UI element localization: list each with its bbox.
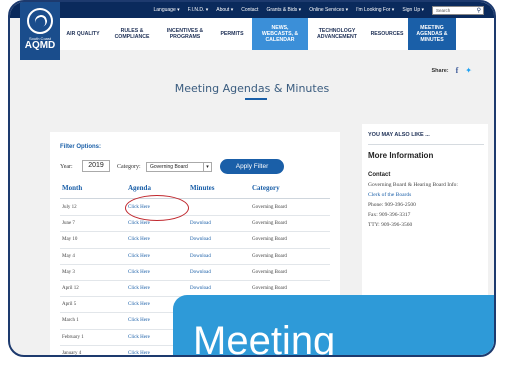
nav-meeting-agendas-minutes[interactable]: MEETING AGENDAS & MINUTES [408,18,456,50]
utility-sign-up[interactable]: Sign Up ▾ [402,7,424,13]
minutes-link[interactable]: Download [190,286,211,291]
row-month: May 4 [62,253,75,259]
row-month: May 3 [62,269,75,275]
row-category: Governing Board [252,285,287,291]
more-info-heading: More Information [368,151,434,160]
contact-tty: TTY: 909-396-3560 [368,222,413,228]
nav-incentives-programs[interactable]: INCENTIVES & PROGRAMS [158,18,212,50]
row-month: June 7 [62,221,75,227]
contact-fax: Fax: 909-396-3317 [368,212,411,218]
minutes-link[interactable]: Download [190,270,211,275]
row-month: April 12 [62,285,79,291]
nav-resources[interactable]: RESOURCES [366,18,408,50]
agenda-link[interactable]: Click Here [128,351,150,355]
agenda-link[interactable]: Click Here [128,318,150,323]
nav-news-webcasts-calendar[interactable]: NEWS, WEBCASTS, & CALENDAR [252,18,308,50]
minutes-link[interactable]: Download [190,221,211,226]
search-placeholder: Search [436,7,451,13]
also-like-heading: YOU MAY ALSO LIKE ... [368,132,430,138]
category-value: Governing Board [150,164,188,170]
nav-technology-advancement[interactable]: TECHNOLOGY ADVANCEMENT [308,18,366,50]
share-bar: Share: f ✦ [432,66,473,75]
nav-rules-compliance[interactable]: RULES & COMPLIANCE [106,18,158,50]
agenda-link[interactable]: Click Here [128,335,150,340]
category-label: Category: [117,164,141,170]
minutes-link[interactable]: Download [190,254,211,259]
agenda-link[interactable]: Click Here [128,254,150,259]
caption-overlay: Meeting [173,295,494,357]
sidebar-panel: YOU MAY ALSO LIKE ... More Information C… [362,124,488,314]
header-minutes: Minutes [190,184,215,192]
contact-info-label: Governing Board & Hearing Board Info: [368,182,458,188]
page-title: Meeting Agendas & Minutes [174,82,330,95]
utility-about[interactable]: About ▾ [216,7,233,13]
logo-emblem-icon [27,8,53,34]
agenda-link[interactable]: Click Here [128,270,150,275]
main-nav: AIR QUALITY RULES & COMPLIANCE INCENTIVE… [60,18,494,50]
table-row: June 7 Click Here Download Governing Boa… [60,216,330,233]
contact-heading: Contact [368,172,391,178]
utility-grants[interactable]: Grants & Bids ▾ [266,7,301,13]
agenda-link[interactable]: Click Here [128,302,150,307]
table-row: May 3 Click Here Download Governing Boar… [60,265,330,281]
browser-frame: Language ▾ F.I.N.D. ▾ About ▾ Contact Gr… [8,0,496,357]
highlight-circle-annotation [125,195,189,221]
logo-name: AQMD [24,40,56,51]
utility-bar: Language ▾ F.I.N.D. ▾ About ▾ Contact Gr… [10,2,494,18]
row-category: Governing Board [252,221,287,227]
agenda-link[interactable]: Click Here [128,237,150,242]
row-month: May 10 [62,237,78,243]
agenda-link[interactable]: Click Here [128,221,150,226]
header-category: Category [252,184,280,192]
header-divider [60,198,330,199]
utility-online-services[interactable]: Online Services ▾ [309,7,348,13]
nav-air-quality[interactable]: AIR QUALITY [60,18,106,50]
table-row: May 4 Click Here Download Governing Boar… [60,249,330,265]
row-month: January 4 [62,350,82,356]
contact-phone: Phone: 909-396-2500 [368,202,416,208]
search-input[interactable]: Search ⚲ [432,5,484,15]
utility-looking-for[interactable]: I'm Looking For ▾ [356,7,394,13]
table-row: July 12 Click Here Governing Board [60,200,330,217]
row-month: April 5 [62,302,77,308]
filter-heading: Filter Options: [60,144,101,150]
clerk-of-boards-link[interactable]: Clerk of the Boards [368,192,411,198]
apply-filter-button[interactable]: Apply Filter [220,159,284,174]
row-category: Governing Board [252,205,287,210]
utility-language[interactable]: Language ▾ [154,7,180,13]
utility-contact[interactable]: Contact [241,7,258,13]
row-category: Governing Board [252,237,287,243]
year-field[interactable]: 2019 [82,160,110,172]
row-month: July 12 [62,205,77,210]
search-icon[interactable]: ⚲ [477,7,481,14]
title-underline [245,98,267,100]
header-agenda: Agenda [128,184,151,192]
row-category: Governing Board [252,253,287,259]
row-month: February 1 [62,334,84,340]
minutes-link[interactable]: Download [190,237,211,242]
row-month: March 1 [62,318,79,324]
share-label: Share: [431,67,449,74]
year-label: Year: [60,164,73,170]
row-category: Governing Board [252,269,287,275]
header-month: Month [62,184,83,192]
facebook-icon[interactable]: f [456,66,459,75]
agenda-link[interactable]: Click Here [128,286,150,291]
utility-find[interactable]: F.I.N.D. ▾ [188,7,209,13]
table-header: Month Agenda Minutes Category [60,184,330,196]
sidebar-divider [368,144,484,145]
caption-text: Meeting [193,319,336,357]
category-select[interactable]: Governing Board ▾ [146,162,212,172]
nav-permits[interactable]: PERMITS [212,18,252,50]
twitter-icon[interactable]: ✦ [465,66,472,75]
table-row: May 10 Click Here Download Governing Boa… [60,232,330,249]
aqmd-logo[interactable]: South Coast AQMD [20,2,60,60]
chevron-down-icon[interactable]: ▾ [203,163,211,171]
